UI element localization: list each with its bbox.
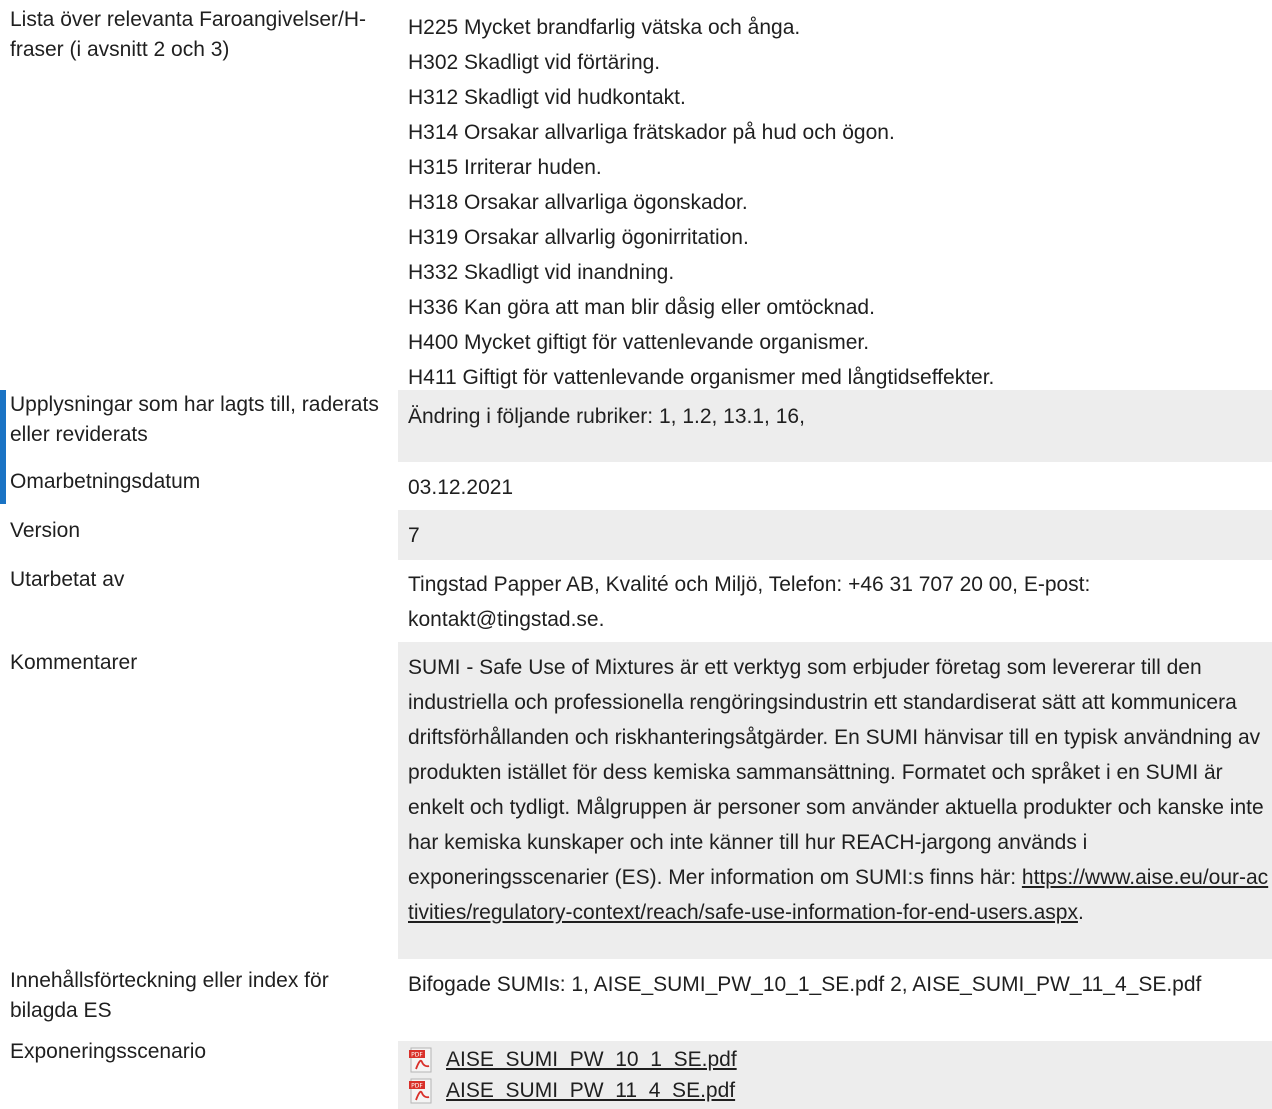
version-label: Version: [10, 519, 81, 542]
hazard-statement: H314 Orsakar allvarliga frätskador på hu…: [408, 121, 895, 144]
toc-row: Innehållsförteckning eller index för bil…: [0, 959, 1272, 1031]
revision-date-row: Omarbetningsdatum 03.12.2021: [0, 462, 1272, 510]
prepared-by-row: Utarbetat av Tingstad Papper AB, Kvalité…: [0, 560, 1272, 642]
hazard-statement: H318 Orsakar allvarliga ögonskador.: [408, 191, 748, 214]
hazard-statement: H332 Skadligt vid inandning.: [408, 261, 675, 284]
toc-value: Bifogade SUMIs: 1, AISE_SUMI_PW_10_1_SE.…: [408, 973, 1202, 996]
exposure-label: Exponeringsscenario: [10, 1040, 207, 1063]
hazard-statement: H319 Orsakar allvarlig ögonirritation.: [408, 226, 749, 249]
revision-date-label: Omarbetningsdatum: [10, 470, 201, 493]
comments-suffix: .: [1077, 901, 1084, 924]
hazard-statements-list: H225 Mycket brandfarlig vätska och ånga.…: [398, 10, 1272, 395]
hazard-statements-label: Lista över relevanta Faroangivelser/H-fr…: [10, 8, 366, 61]
prepared-by-label: Utarbetat av: [10, 568, 125, 591]
hazard-statement: H302 Skadligt vid förtäring.: [408, 51, 661, 74]
hazard-statement: H312 Skadligt vid hudkontakt.: [408, 86, 686, 109]
hazard-statement: H315 Irriterar huden.: [408, 156, 602, 179]
comments-row: Kommentarer SUMI - Safe Use of Mixtures …: [0, 642, 1272, 959]
toc-label: Innehållsförteckning eller index för bil…: [10, 969, 329, 1022]
revision-date-value: 03.12.2021: [408, 476, 514, 499]
changes-label: Upplysningar som har lagts till, raderat…: [10, 393, 379, 446]
pdf-file-icon: PDF: [409, 1047, 432, 1072]
pdf-link-1[interactable]: AISE_SUMI_PW_10_1_SE.pdf: [446, 1042, 737, 1077]
pdf-file-item[interactable]: PDF AISE_SUMI_PW_10_1_SE.pdf: [408, 1044, 1272, 1075]
hazard-statement: H225 Mycket brandfarlig vätska och ånga.: [408, 16, 801, 39]
pdf-file-icon: PDF: [409, 1078, 432, 1103]
exposure-row: Exponeringsscenario PDF AISE_SUMI_PW_10_…: [0, 1031, 1272, 1109]
hazard-statements-row: Lista över relevanta Faroangivelser/H-fr…: [0, 0, 1272, 389]
prepared-by-value: Tingstad Papper AB, Kvalité och Miljö, T…: [408, 573, 1091, 631]
svg-text:PDF: PDF: [411, 1082, 423, 1089]
changes-value: Ändring i följande rubriker: 1, 1.2, 13.…: [398, 390, 1272, 462]
changes-row: Upplysningar som har lagts till, raderat…: [0, 390, 1272, 504]
hazard-statement: H400 Mycket giftigt för vattenlevande or…: [408, 331, 870, 354]
svg-text:PDF: PDF: [411, 1051, 423, 1058]
comments-label: Kommentarer: [10, 651, 138, 674]
version-value: 7: [398, 510, 1272, 560]
comments-value: SUMI - Safe Use of Mixtures är ett verkt…: [398, 642, 1272, 959]
comments-text: SUMI - Safe Use of Mixtures är ett verkt…: [408, 656, 1264, 889]
pdf-file-item[interactable]: PDF AISE_SUMI_PW_11_4_SE.pdf: [408, 1075, 1272, 1106]
hazard-statement: H336 Kan göra att man blir dåsig eller o…: [408, 296, 875, 319]
exposure-files: PDF AISE_SUMI_PW_10_1_SE.pdf PDF AISE_SU…: [398, 1041, 1272, 1109]
version-row: Version 7: [0, 510, 1272, 560]
pdf-link-2[interactable]: AISE_SUMI_PW_11_4_SE.pdf: [446, 1073, 735, 1108]
